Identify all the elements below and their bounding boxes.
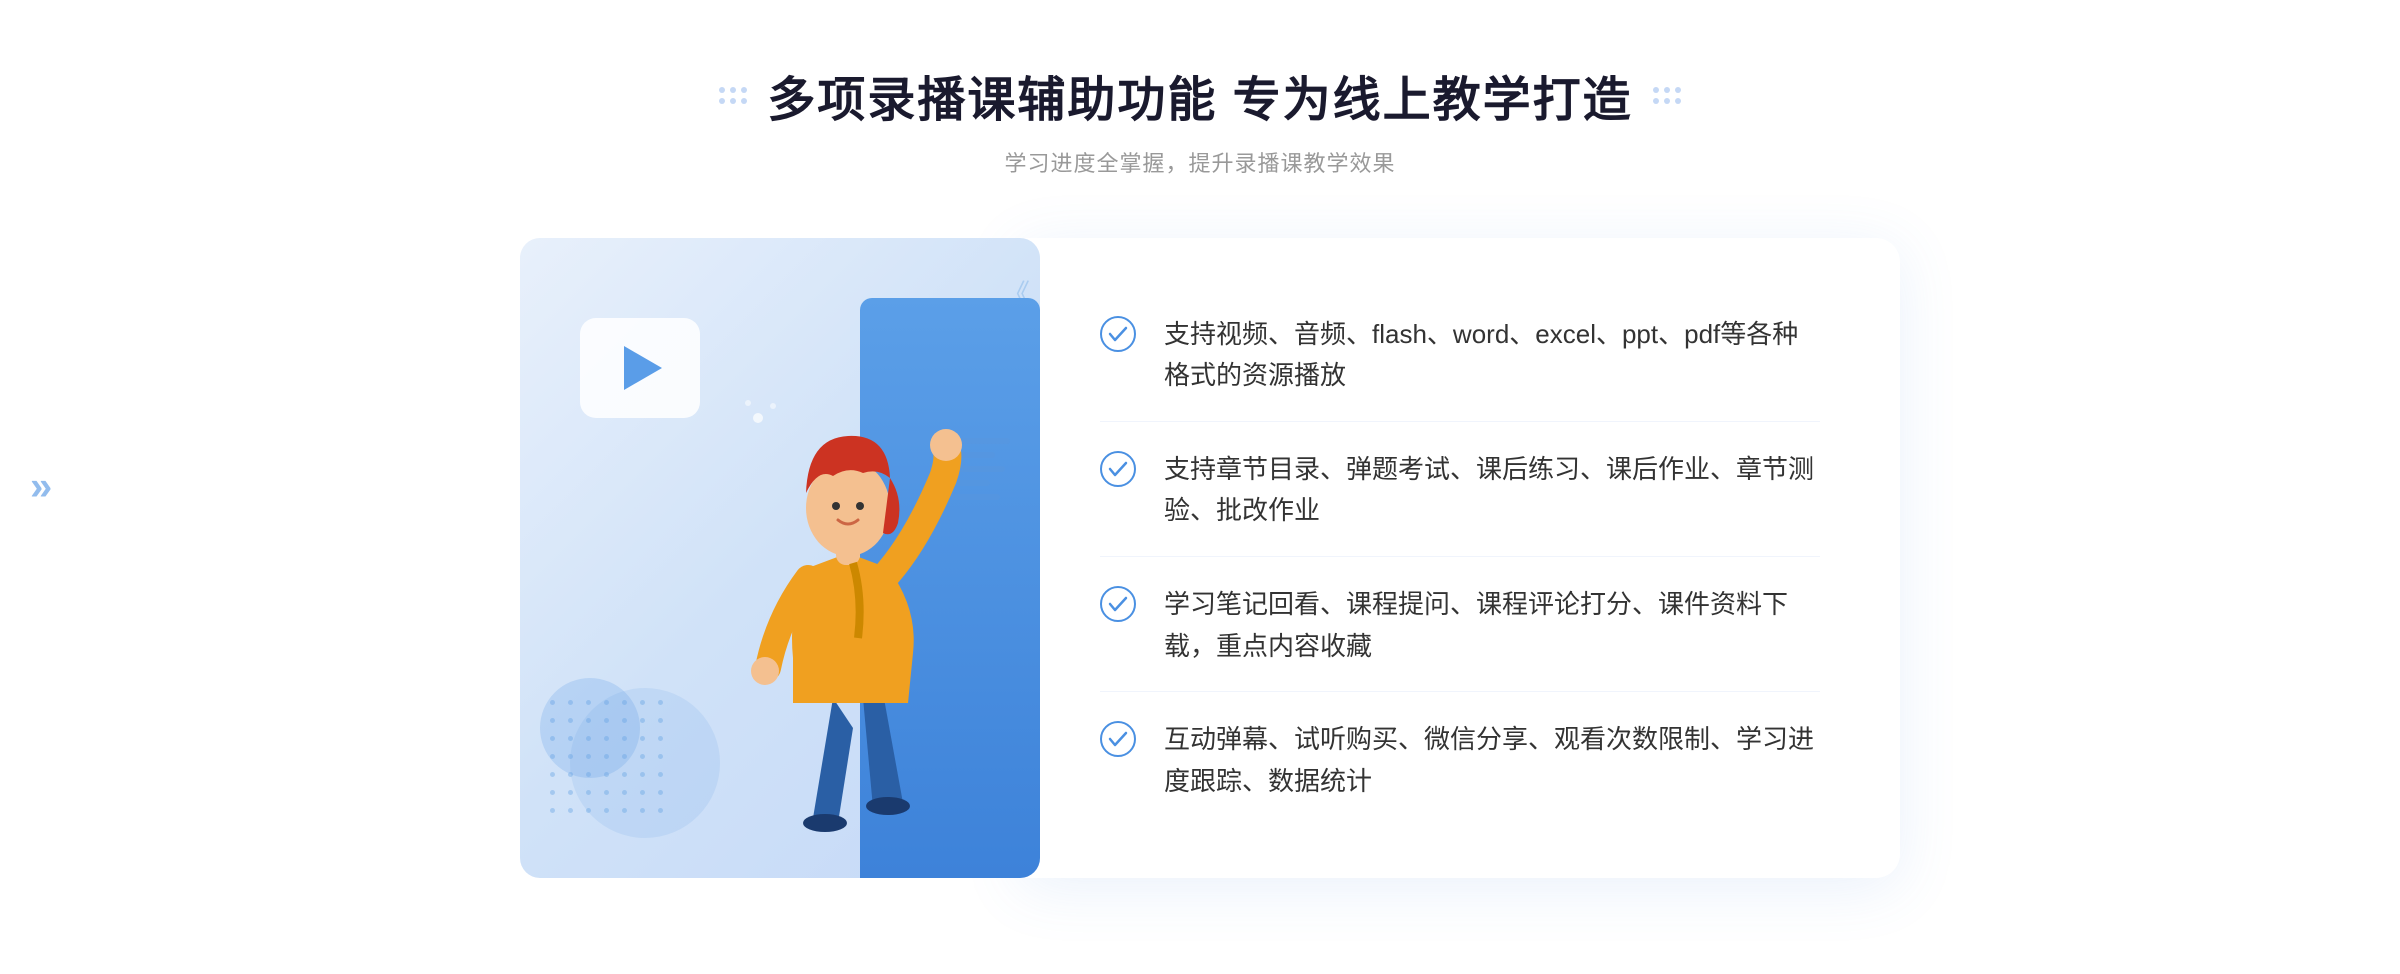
feature-text-1: 支持视频、音频、flash、word、excel、ppt、pdf等各种格式的资源… — [1164, 314, 1820, 397]
feature-item-3: 学习笔记回看、课程提问、课程评论打分、课件资料下载，重点内容收藏 — [1100, 560, 1820, 692]
check-icon-2 — [1100, 451, 1136, 487]
title-dots-left — [719, 87, 747, 104]
feature-text-2: 支持章节目录、弹题考试、课后练习、课后作业、章节测验、批改作业 — [1164, 449, 1820, 532]
main-title: 多项录播课辅助功能 专为线上教学打造 — [767, 60, 1632, 130]
page-wrapper: » 多项录播课辅助功能 专为线上教学打造 学习进度全掌握，提升录播课教学效果 — [0, 0, 2400, 974]
check-icon-1 — [1100, 316, 1136, 352]
left-chevron-decoration: » — [30, 465, 52, 510]
sub-title: 学习进度全掌握，提升录播课教学效果 — [719, 146, 1680, 178]
illustration-wrapper: 《 — [500, 238, 1060, 878]
header-title-row: 多项录播课辅助功能 专为线上教学打造 — [719, 60, 1680, 130]
check-icon-3 — [1100, 586, 1136, 622]
feature-text-4: 互动弹幕、试听购买、微信分享、观看次数限制、学习进度跟踪、数据统计 — [1164, 719, 1820, 802]
feature-item-2: 支持章节目录、弹题考试、课后练习、课后作业、章节测验、批改作业 — [1100, 425, 1820, 557]
content-section: 《 — [500, 238, 1900, 878]
person-illustration — [678, 338, 1018, 878]
header-section: 多项录播课辅助功能 专为线上教学打造 学习进度全掌握，提升录播课教学效果 — [719, 60, 1680, 178]
title-dots-right — [1653, 87, 1681, 104]
play-triangle-icon — [624, 346, 662, 390]
feature-item-1: 支持视频、音频、flash、word、excel、ppt、pdf等各种格式的资源… — [1100, 290, 1820, 422]
content-card: 支持视频、音频、flash、word、excel、ppt、pdf等各种格式的资源… — [1020, 238, 1900, 878]
illustration-bg: 《 — [520, 238, 1040, 878]
feature-item-4: 互动弹幕、试听购买、微信分享、观看次数限制、学习进度跟踪、数据统计 — [1100, 695, 1820, 826]
check-icon-4 — [1100, 721, 1136, 757]
feature-text-3: 学习笔记回看、课程提问、课程评论打分、课件资料下载，重点内容收藏 — [1164, 584, 1820, 667]
